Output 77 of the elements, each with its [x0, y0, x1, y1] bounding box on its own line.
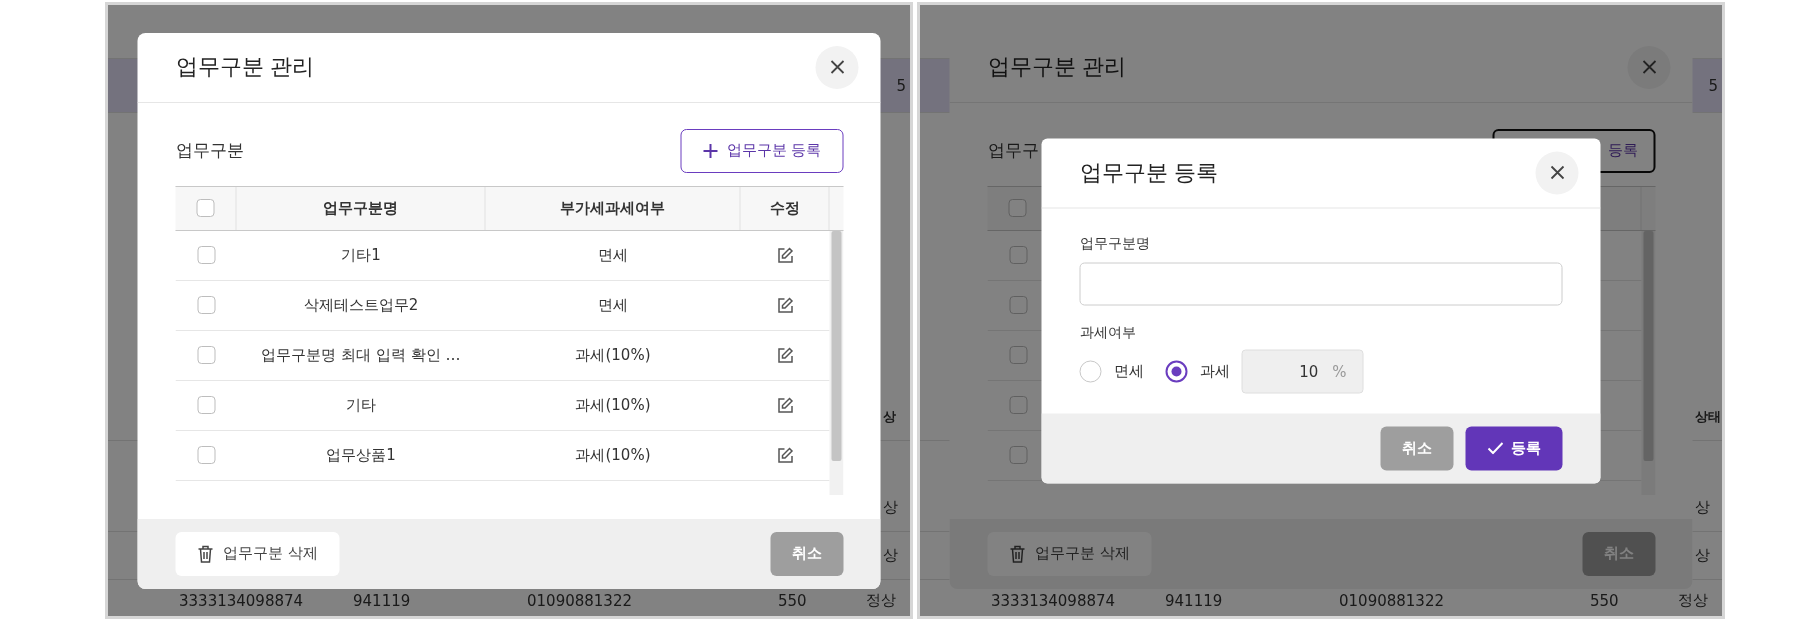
table-cell: 과세(10%)	[575, 395, 651, 415]
table-cell-text: 550	[778, 591, 808, 610]
checkbox[interactable]	[1008, 199, 1027, 217]
modal-title: 업무구분 등록	[1079, 158, 1219, 187]
radio-option[interactable]: 과세	[1165, 360, 1230, 382]
field-label: 과세여부	[1079, 323, 1137, 341]
table-cell-text: 정상	[1678, 591, 1709, 610]
table-cell-text: 01090881322	[527, 591, 633, 610]
checkbox[interactable]	[196, 199, 215, 217]
checkbox[interactable]	[197, 296, 215, 314]
checkbox[interactable]	[1009, 396, 1027, 414]
delete-button[interactable]: 업무구분 삭제	[175, 531, 340, 576]
add-button[interactable]: 업무구분 등록	[680, 128, 844, 173]
table-cell: 상	[1695, 546, 1710, 565]
table-cell-text: 정상	[866, 591, 897, 610]
close-icon	[830, 60, 844, 74]
modal-title: 업무구분 관리	[987, 53, 1127, 81]
table-cell: 과세(10%)	[575, 445, 651, 465]
checkbox[interactable]	[197, 446, 215, 464]
close-button[interactable]	[1627, 45, 1671, 89]
edit-icon[interactable]	[776, 446, 794, 464]
table-cell: 상	[883, 498, 898, 517]
table-cell: 삭제테스트업무2	[303, 295, 419, 315]
delete-button[interactable]: 업무구분 삭제	[987, 531, 1152, 576]
table-cell: 면세	[598, 245, 628, 265]
edit-icon[interactable]	[776, 346, 794, 364]
trash-icon	[1009, 544, 1026, 563]
section-label: 업무구분	[175, 139, 244, 162]
checkbox[interactable]	[1009, 346, 1027, 364]
check-icon	[1487, 441, 1503, 455]
rate-field[interactable]: 10 %	[1241, 349, 1364, 393]
table-cell-text: 01090881322	[1339, 591, 1445, 610]
unit-label: %	[1332, 362, 1347, 380]
close-button[interactable]	[815, 45, 859, 89]
close-icon	[1550, 165, 1564, 180]
checkbox[interactable]	[1009, 296, 1027, 314]
checkbox[interactable]	[197, 346, 215, 364]
table-cell: 업무구분명 최대 입력 확인 …	[261, 345, 461, 365]
checkbox[interactable]	[197, 246, 215, 264]
table-cell: 5	[896, 76, 906, 95]
table-cell: 상	[1695, 498, 1710, 517]
section-label: 업무구	[987, 139, 1039, 162]
close-button[interactable]	[1535, 151, 1579, 194]
table-cell: 기타	[346, 395, 376, 415]
submit-button[interactable]: 등록	[1465, 426, 1563, 470]
table-cell: 과세(10%)	[575, 345, 651, 365]
radio-button[interactable]	[1165, 360, 1188, 382]
column-header: 수정	[769, 198, 800, 218]
table-cell: 기타1	[341, 245, 381, 265]
table-cell: 면세	[598, 295, 628, 315]
plus-icon	[702, 142, 719, 159]
table-cell-text: 3333134098874	[179, 591, 305, 610]
edit-icon[interactable]	[776, 246, 794, 264]
column-header: 부가세과세여부	[560, 198, 665, 218]
table-cell: 상	[883, 546, 898, 565]
radio-option[interactable]: 면세	[1079, 360, 1144, 382]
modal-title: 업무구분 관리	[175, 53, 315, 81]
table-cell: 5	[1708, 76, 1718, 95]
field-label: 업무구분명	[1079, 234, 1151, 253]
edit-icon[interactable]	[776, 396, 794, 414]
checkbox[interactable]	[197, 396, 215, 414]
checkbox[interactable]	[1009, 446, 1027, 464]
column-header: 상태	[1695, 407, 1721, 426]
close-icon	[1642, 60, 1656, 74]
column-header: 상	[883, 407, 896, 426]
trash-icon	[197, 544, 214, 563]
table-cell-text: 550	[1590, 591, 1620, 610]
table-cell-text: 3333134098874	[991, 591, 1117, 610]
column-header: 업무구분명	[323, 198, 398, 218]
checkbox[interactable]	[1009, 246, 1027, 264]
scrollbar[interactable]	[829, 230, 844, 495]
table-cell-text: 941119	[353, 591, 412, 610]
edit-icon[interactable]	[776, 296, 794, 314]
table-cell-text: 941119	[1165, 591, 1224, 610]
scrollbar[interactable]	[1641, 230, 1656, 495]
input-field[interactable]	[1079, 262, 1563, 305]
table-cell: 업무상품1	[326, 445, 396, 465]
